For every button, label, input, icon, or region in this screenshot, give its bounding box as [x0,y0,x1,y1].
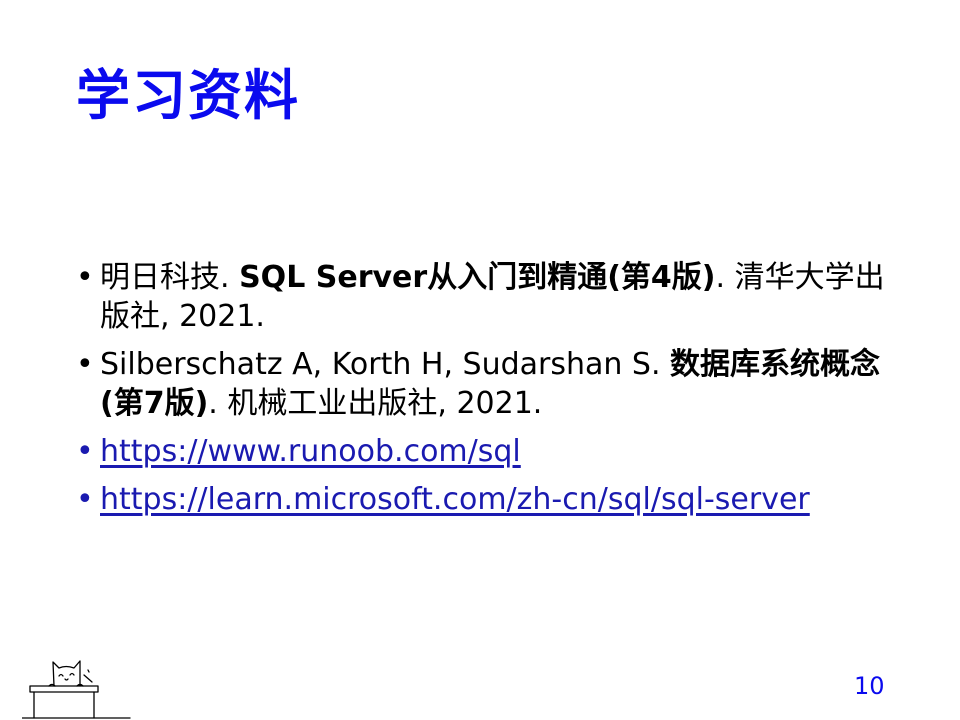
reference-author: Silberschatz A, Korth H, Sudarshan S. [100,347,671,382]
reference-author: 明日科技. [100,260,240,295]
list-item: • 明日科技. SQL Server从入门到精通(第4版). 清华大学出版社, … [76,258,896,336]
cat-at-desk-icon [22,660,131,719]
bullet-icon: • [76,482,94,517]
list-item: • https://www.runoob.com/sql [76,432,896,471]
list-item: • Silberschatz A, Korth H, Sudarshan S. … [76,345,896,423]
page-number: 10 [854,672,885,700]
bullet-icon: • [76,434,94,469]
list-item: • https://learn.microsoft.com/zh-cn/sql/… [76,480,896,519]
slide: 学习资料 • 明日科技. SQL Server从入门到精通(第4版). 清华大学… [0,0,960,720]
bullet-icon: • [76,347,94,382]
reference-title: SQL Server从入门到精通(第4版) [239,260,716,295]
reference-list: • 明日科技. SQL Server从入门到精通(第4版). 清华大学出版社, … [76,258,896,528]
runoob-sql-link[interactable]: https://www.runoob.com/sql [100,434,521,469]
microsoft-sql-server-link[interactable]: https://learn.microsoft.com/zh-cn/sql/sq… [100,482,810,517]
slide-title: 学习资料 [76,64,300,127]
reference-publisher: . 机械工业出版社, 2021. [208,386,543,421]
bullet-icon: • [76,260,94,295]
